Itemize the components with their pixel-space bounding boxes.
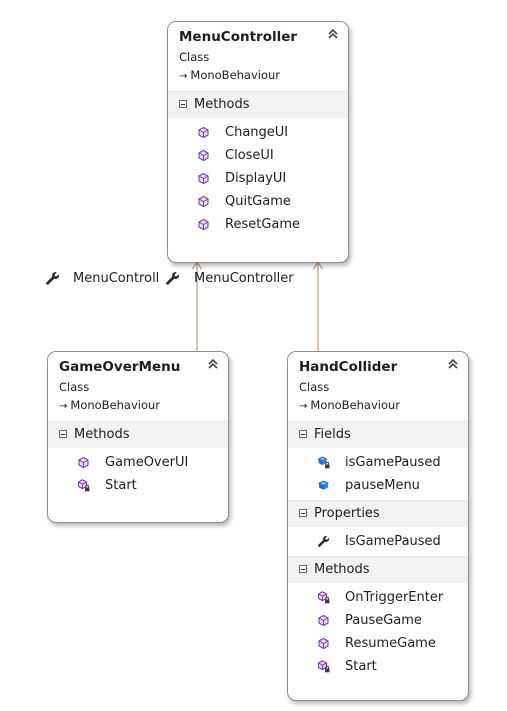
base-class: → MonoBehaviour [299, 398, 458, 414]
method-cube-icon [197, 149, 210, 162]
member-item[interactable]: ResetGame [168, 213, 348, 236]
member-name: pauseMenu [345, 478, 420, 493]
member-list: OnTriggerEnter PauseGame ResumeGame Star… [288, 583, 468, 681]
member-item[interactable]: IsGamePaused [288, 530, 468, 553]
member-item[interactable]: OnTriggerEnter [288, 586, 468, 609]
member-name: GameOverUI [105, 455, 189, 470]
base-class-name: MonoBehaviour [190, 68, 281, 82]
method-cube-icon [197, 126, 210, 139]
member-item[interactable]: DisplayUI [168, 167, 348, 190]
method-cube-icon [317, 614, 330, 627]
member-list: ChangeUI CloseUI DisplayUI QuitGame Rese… [168, 118, 348, 239]
base-class-name: MonoBehaviour [310, 398, 401, 412]
base-class: → MonoBehaviour [59, 398, 218, 414]
association-label-handcollider[interactable]: MenuController [194, 271, 294, 287]
member-name: isGamePaused [345, 455, 441, 470]
member-list: IsGamePaused [288, 527, 468, 556]
collapse-toggle[interactable] [179, 100, 187, 108]
class-kind: Class [179, 50, 210, 64]
member-name: OnTriggerEnter [345, 590, 444, 605]
member-name: ChangeUI [225, 125, 289, 140]
member-item[interactable]: PauseGame [288, 609, 468, 632]
private-method-cube-lock-icon [317, 591, 330, 604]
section-methods[interactable]: Methods [288, 556, 468, 583]
member-name: ResumeGame [345, 636, 436, 651]
wrench-icon [317, 535, 330, 548]
member-name: DisplayUI [225, 171, 287, 186]
member-name: QuitGame [225, 194, 291, 209]
class-box-menucontroller[interactable]: MenuController Class → MonoBehaviour Meth… [167, 21, 349, 263]
class-header: MenuController Class → MonoBehaviour [168, 22, 348, 91]
member-item[interactable]: GameOverUI [48, 451, 228, 474]
section-label: Fields [314, 427, 351, 442]
member-list: GameOverUI Start [48, 448, 228, 500]
method-cube-icon [197, 218, 210, 231]
field-icon [317, 479, 330, 492]
method-cube-icon [317, 637, 330, 650]
handcollider-association-arrowhead [312, 260, 324, 270]
double-chevron-up-icon[interactable] [326, 27, 340, 41]
member-item[interactable]: pauseMenu [288, 474, 468, 497]
inheritance-arrow-icon: → [59, 401, 68, 412]
double-chevron-up-icon[interactable] [206, 357, 220, 371]
member-item[interactable]: ChangeUI [168, 121, 348, 144]
member-item[interactable]: QuitGame [168, 190, 348, 213]
section-properties[interactable]: Properties [288, 500, 468, 527]
inheritance-arrow-icon: → [179, 71, 188, 82]
class-title: HandCollider [299, 359, 398, 375]
section-label: Methods [194, 97, 250, 112]
method-cube-icon [197, 195, 210, 208]
member-name: Start [345, 659, 377, 674]
section-methods[interactable]: Methods [168, 91, 348, 118]
association-label-gameovermenu[interactable]: MenuControll [73, 271, 159, 287]
class-box-handcollider[interactable]: HandCollider Class → MonoBehaviour Fields… [287, 351, 469, 701]
member-item[interactable]: CloseUI [168, 144, 348, 167]
class-kind: Class [299, 380, 330, 394]
class-header: HandCollider Class → MonoBehaviour [288, 352, 468, 421]
private-method-cube-lock-icon [317, 660, 330, 673]
member-name: Start [105, 478, 137, 493]
class-box-gameovermenu[interactable]: GameOverMenu Class → MonoBehaviour Method… [47, 351, 229, 523]
double-chevron-up-icon[interactable] [446, 357, 460, 371]
member-name: IsGamePaused [345, 534, 441, 549]
collapse-toggle[interactable] [299, 565, 307, 573]
inheritance-arrow-icon: → [299, 401, 308, 412]
base-class-name: MonoBehaviour [70, 398, 161, 412]
wrench-icon [165, 271, 180, 286]
member-name: PauseGame [345, 613, 422, 628]
wrench-icon [45, 271, 60, 286]
member-name: CloseUI [225, 148, 274, 163]
section-label: Methods [74, 427, 130, 442]
class-title: MenuController [179, 29, 298, 45]
section-label: Properties [314, 506, 380, 521]
base-class: → MonoBehaviour [179, 68, 338, 84]
section-label: Methods [314, 562, 370, 577]
member-item[interactable]: isGamePaused [288, 451, 468, 474]
gameovermenu-association-arrowhead [191, 260, 203, 270]
method-cube-icon [197, 172, 210, 185]
method-cube-icon [77, 456, 90, 469]
class-title: GameOverMenu [59, 359, 181, 375]
class-kind: Class [59, 380, 90, 394]
member-name: ResetGame [225, 217, 301, 232]
section-methods[interactable]: Methods [48, 421, 228, 448]
collapse-toggle[interactable] [299, 509, 307, 517]
private-method-cube-lock-icon [77, 479, 90, 492]
private-field-lock-icon [317, 456, 330, 469]
section-fields[interactable]: Fields [288, 421, 468, 448]
member-list: isGamePaused pauseMenu [288, 448, 468, 500]
member-item[interactable]: Start [288, 655, 468, 678]
member-item[interactable]: Start [48, 474, 228, 497]
member-item[interactable]: ResumeGame [288, 632, 468, 655]
collapse-toggle[interactable] [59, 430, 67, 438]
class-header: GameOverMenu Class → MonoBehaviour [48, 352, 228, 421]
collapse-toggle[interactable] [299, 430, 307, 438]
